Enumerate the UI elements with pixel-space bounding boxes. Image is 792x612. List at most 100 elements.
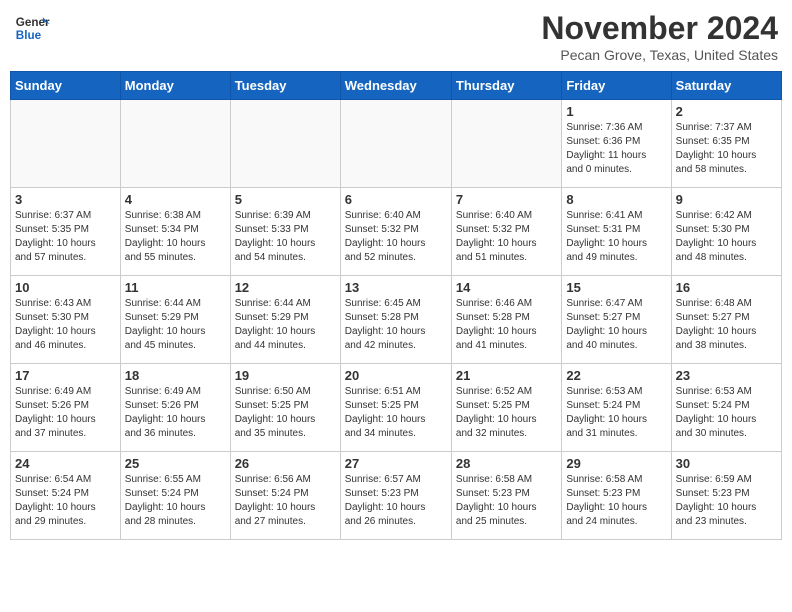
logo-icon: General Blue (14, 10, 50, 46)
day-number: 21 (456, 368, 557, 383)
weekday-header-wednesday: Wednesday (340, 72, 451, 100)
calendar-cell: 11 Sunrise: 6:44 AM Sunset: 5:29 PM Dayli… (120, 276, 230, 364)
weekday-header-monday: Monday (120, 72, 230, 100)
calendar-cell (451, 100, 561, 188)
day-info: Sunrise: 6:41 AM Sunset: 5:31 PM Dayligh… (566, 209, 666, 265)
day-number: 1 (566, 104, 666, 119)
day-number: 14 (456, 280, 557, 295)
day-info: Sunrise: 6:40 AM Sunset: 5:32 PM Dayligh… (456, 209, 557, 265)
calendar-cell: 18 Sunrise: 6:49 AM Sunset: 5:26 PM Dayli… (120, 364, 230, 452)
day-info: Sunrise: 7:36 AM Sunset: 6:36 PM Dayligh… (566, 121, 666, 177)
calendar-cell (120, 100, 230, 188)
day-number: 9 (676, 192, 777, 207)
day-number: 13 (345, 280, 447, 295)
day-info: Sunrise: 6:44 AM Sunset: 5:29 PM Dayligh… (125, 297, 226, 353)
calendar-cell: 2Sunrise: 7:37 AM Sunset: 6:35 PM Daylig… (671, 100, 781, 188)
calendar-cell: 4 Sunrise: 6:38 AM Sunset: 5:34 PM Daylig… (120, 188, 230, 276)
day-number: 5 (235, 192, 336, 207)
day-info: Sunrise: 6:58 AM Sunset: 5:23 PM Dayligh… (456, 473, 557, 529)
day-number: 20 (345, 368, 447, 383)
calendar-cell: 14 Sunrise: 6:46 AM Sunset: 5:28 PM Dayli… (451, 276, 561, 364)
day-number: 22 (566, 368, 666, 383)
week-row-4: 17 Sunrise: 6:49 AM Sunset: 5:26 PM Dayli… (11, 364, 782, 452)
day-info: Sunrise: 6:49 AM Sunset: 5:26 PM Dayligh… (15, 385, 116, 441)
day-info: Sunrise: 6:50 AM Sunset: 5:25 PM Dayligh… (235, 385, 336, 441)
day-number: 3 (15, 192, 116, 207)
weekday-header-row: SundayMondayTuesdayWednesdayThursdayFrid… (11, 72, 782, 100)
day-number: 24 (15, 456, 116, 471)
calendar-cell: 8Sunrise: 6:41 AM Sunset: 5:31 PM Daylig… (562, 188, 671, 276)
location: Pecan Grove, Texas, United States (541, 47, 778, 63)
calendar-cell: 25Sunrise: 6:55 AM Sunset: 5:24 PM Dayli… (120, 452, 230, 540)
week-row-2: 3 Sunrise: 6:37 AM Sunset: 5:35 PM Daylig… (11, 188, 782, 276)
day-info: Sunrise: 6:48 AM Sunset: 5:27 PM Dayligh… (676, 297, 777, 353)
day-info: Sunrise: 6:47 AM Sunset: 5:27 PM Dayligh… (566, 297, 666, 353)
day-number: 23 (676, 368, 777, 383)
day-number: 15 (566, 280, 666, 295)
title-area: November 2024 Pecan Grove, Texas, United… (541, 10, 778, 63)
month-title: November 2024 (541, 10, 778, 47)
day-info: Sunrise: 6:51 AM Sunset: 5:25 PM Dayligh… (345, 385, 447, 441)
calendar-cell: 1 Sunrise: 7:36 AM Sunset: 6:36 PM Daylig… (562, 100, 671, 188)
day-info: Sunrise: 7:37 AM Sunset: 6:35 PM Dayligh… (676, 121, 777, 177)
day-info: Sunrise: 6:38 AM Sunset: 5:34 PM Dayligh… (125, 209, 226, 265)
calendar-cell: 19 Sunrise: 6:50 AM Sunset: 5:25 PM Dayli… (230, 364, 340, 452)
calendar-cell: 12 Sunrise: 6:44 AM Sunset: 5:29 PM Dayli… (230, 276, 340, 364)
day-number: 4 (125, 192, 226, 207)
day-number: 30 (676, 456, 777, 471)
day-info: Sunrise: 6:46 AM Sunset: 5:28 PM Dayligh… (456, 297, 557, 353)
day-info: Sunrise: 6:53 AM Sunset: 5:24 PM Dayligh… (566, 385, 666, 441)
day-info: Sunrise: 6:53 AM Sunset: 5:24 PM Dayligh… (676, 385, 777, 441)
calendar-cell: 30 Sunrise: 6:59 AM Sunset: 5:23 PM Dayli… (671, 452, 781, 540)
day-info: Sunrise: 6:45 AM Sunset: 5:28 PM Dayligh… (345, 297, 447, 353)
calendar-cell (11, 100, 121, 188)
day-number: 12 (235, 280, 336, 295)
calendar-cell: 28Sunrise: 6:58 AM Sunset: 5:23 PM Dayli… (451, 452, 561, 540)
day-number: 19 (235, 368, 336, 383)
day-number: 27 (345, 456, 447, 471)
calendar-cell: 13 Sunrise: 6:45 AM Sunset: 5:28 PM Dayli… (340, 276, 451, 364)
weekday-header-thursday: Thursday (451, 72, 561, 100)
week-row-3: 10Sunrise: 6:43 AM Sunset: 5:30 PM Dayli… (11, 276, 782, 364)
day-number: 26 (235, 456, 336, 471)
weekday-header-tuesday: Tuesday (230, 72, 340, 100)
day-info: Sunrise: 6:57 AM Sunset: 5:23 PM Dayligh… (345, 473, 447, 529)
svg-text:General: General (16, 16, 50, 29)
calendar-cell: 6 Sunrise: 6:40 AM Sunset: 5:32 PM Daylig… (340, 188, 451, 276)
day-number: 7 (456, 192, 557, 207)
calendar-cell: 20 Sunrise: 6:51 AM Sunset: 5:25 PM Dayli… (340, 364, 451, 452)
day-info: Sunrise: 6:39 AM Sunset: 5:33 PM Dayligh… (235, 209, 336, 265)
day-number: 18 (125, 368, 226, 383)
page-header: General Blue November 2024 Pecan Grove, … (10, 10, 782, 63)
calendar-table: SundayMondayTuesdayWednesdayThursdayFrid… (10, 71, 782, 540)
svg-text:Blue: Blue (16, 29, 42, 42)
day-info: Sunrise: 6:56 AM Sunset: 5:24 PM Dayligh… (235, 473, 336, 529)
day-info: Sunrise: 6:40 AM Sunset: 5:32 PM Dayligh… (345, 209, 447, 265)
day-info: Sunrise: 6:52 AM Sunset: 5:25 PM Dayligh… (456, 385, 557, 441)
day-info: Sunrise: 6:44 AM Sunset: 5:29 PM Dayligh… (235, 297, 336, 353)
calendar-cell: 23 Sunrise: 6:53 AM Sunset: 5:24 PM Dayli… (671, 364, 781, 452)
day-number: 11 (125, 280, 226, 295)
calendar-cell (340, 100, 451, 188)
calendar-cell: 17 Sunrise: 6:49 AM Sunset: 5:26 PM Dayli… (11, 364, 121, 452)
day-info: Sunrise: 6:37 AM Sunset: 5:35 PM Dayligh… (15, 209, 116, 265)
weekday-header-saturday: Saturday (671, 72, 781, 100)
day-info: Sunrise: 6:43 AM Sunset: 5:30 PM Dayligh… (15, 297, 116, 353)
week-row-5: 24Sunrise: 6:54 AM Sunset: 5:24 PM Dayli… (11, 452, 782, 540)
day-info: Sunrise: 6:59 AM Sunset: 5:23 PM Dayligh… (676, 473, 777, 529)
calendar-cell: 21 Sunrise: 6:52 AM Sunset: 5:25 PM Dayli… (451, 364, 561, 452)
calendar-cell: 26 Sunrise: 6:56 AM Sunset: 5:24 PM Dayli… (230, 452, 340, 540)
logo: General Blue (14, 10, 50, 46)
day-number: 17 (15, 368, 116, 383)
calendar-cell: 16Sunrise: 6:48 AM Sunset: 5:27 PM Dayli… (671, 276, 781, 364)
calendar-cell (230, 100, 340, 188)
calendar-cell: 5 Sunrise: 6:39 AM Sunset: 5:33 PM Daylig… (230, 188, 340, 276)
day-info: Sunrise: 6:58 AM Sunset: 5:23 PM Dayligh… (566, 473, 666, 529)
calendar-cell: 7 Sunrise: 6:40 AM Sunset: 5:32 PM Daylig… (451, 188, 561, 276)
calendar-cell: 10Sunrise: 6:43 AM Sunset: 5:30 PM Dayli… (11, 276, 121, 364)
day-info: Sunrise: 6:49 AM Sunset: 5:26 PM Dayligh… (125, 385, 226, 441)
calendar-cell: 22 Sunrise: 6:53 AM Sunset: 5:24 PM Dayli… (562, 364, 671, 452)
calendar-cell: 27 Sunrise: 6:57 AM Sunset: 5:23 PM Dayli… (340, 452, 451, 540)
week-row-1: 1 Sunrise: 7:36 AM Sunset: 6:36 PM Daylig… (11, 100, 782, 188)
day-number: 6 (345, 192, 447, 207)
